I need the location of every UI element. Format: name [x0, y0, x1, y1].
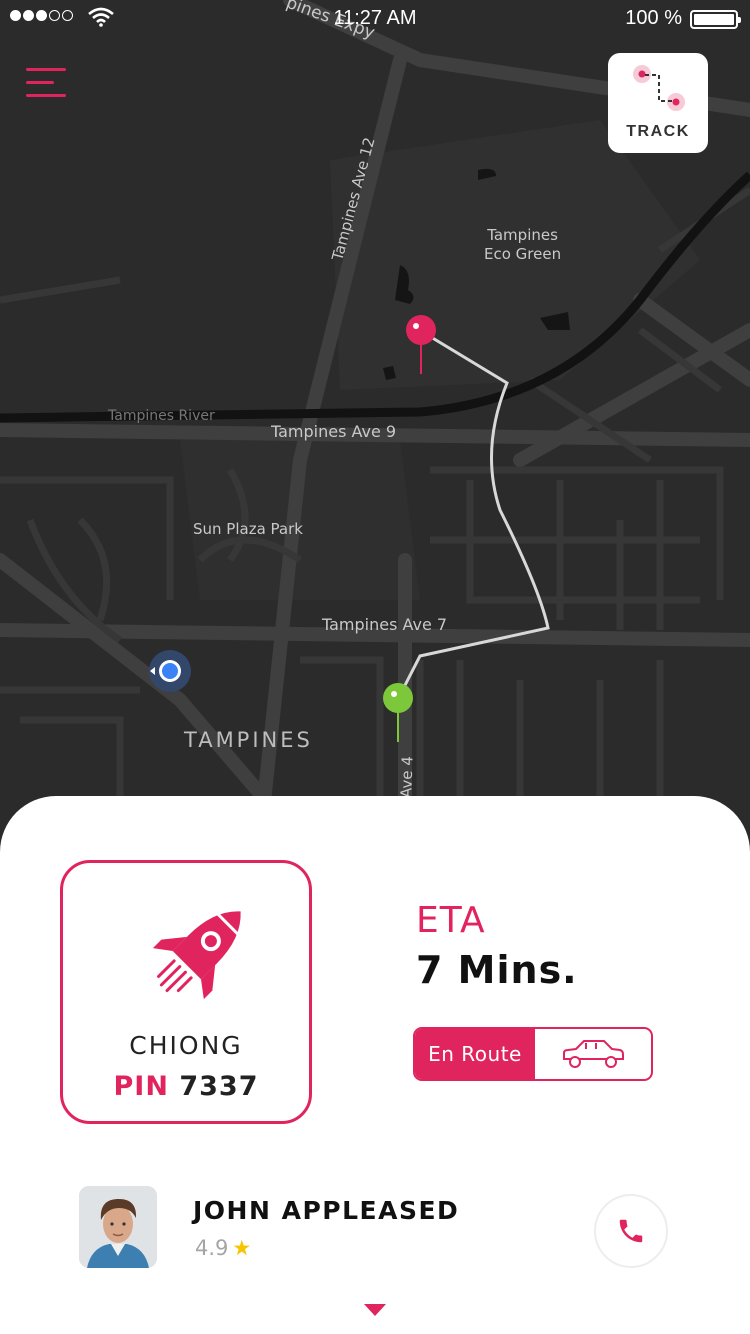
rating-value: 4.9 [195, 1236, 229, 1260]
track-button[interactable]: TRACK [608, 53, 708, 153]
battery-percent: 100 % [625, 7, 682, 29]
trip-details-sheet: CHIONG PIN 7337 ETA 7 Mins. En Route JOH… [0, 796, 750, 1334]
star-icon: ★ [232, 1236, 252, 1260]
vehicle-card[interactable]: CHIONG PIN 7337 [60, 860, 312, 1124]
trip-status-label: En Route [415, 1029, 535, 1079]
car-icon [563, 1040, 624, 1068]
map-label-ave4: Ave 4 [397, 755, 417, 799]
hamburger-menu-icon [26, 68, 66, 71]
expand-sheet-icon[interactable] [364, 1304, 386, 1316]
map-label-ave7: Tampines Ave 7 [322, 615, 448, 634]
driver-photo [79, 1186, 157, 1268]
pin-label: PIN [113, 1071, 169, 1102]
eta-value: 7 Mins. [416, 948, 578, 992]
trip-status-badge: En Route [413, 1027, 653, 1081]
track-label: TRACK [626, 123, 690, 140]
route-icon [633, 65, 685, 111]
driver-rating: 4.9 ★ [195, 1236, 251, 1260]
pin-value: 7337 [179, 1071, 259, 1102]
phone-icon [619, 1219, 643, 1243]
rocket-icon [152, 911, 241, 1000]
map-label-area: TAMPINES [184, 728, 313, 752]
map-label-sun-plaza: Sun Plaza Park [193, 520, 303, 538]
battery-icon [690, 10, 741, 29]
user-location-icon[interactable] [149, 650, 191, 692]
map-label-river: Tampines River [108, 408, 215, 424]
call-driver-button[interactable] [594, 1194, 668, 1268]
eta-label: ETA [416, 900, 486, 941]
vehicle-name: CHIONG [129, 1031, 243, 1060]
map-label-ave9: Tampines Ave 9 [271, 422, 397, 441]
avatar[interactable] [79, 1186, 157, 1268]
menu-button[interactable] [26, 64, 70, 102]
map-label-eco-green: Tampines Eco Green [484, 226, 562, 263]
driver-name: JOHN APPLEASED [193, 1196, 460, 1225]
pin-row: PIN 7337 [63, 1071, 309, 1102]
status-bar: 11:27 AM 100 % [0, 0, 750, 36]
